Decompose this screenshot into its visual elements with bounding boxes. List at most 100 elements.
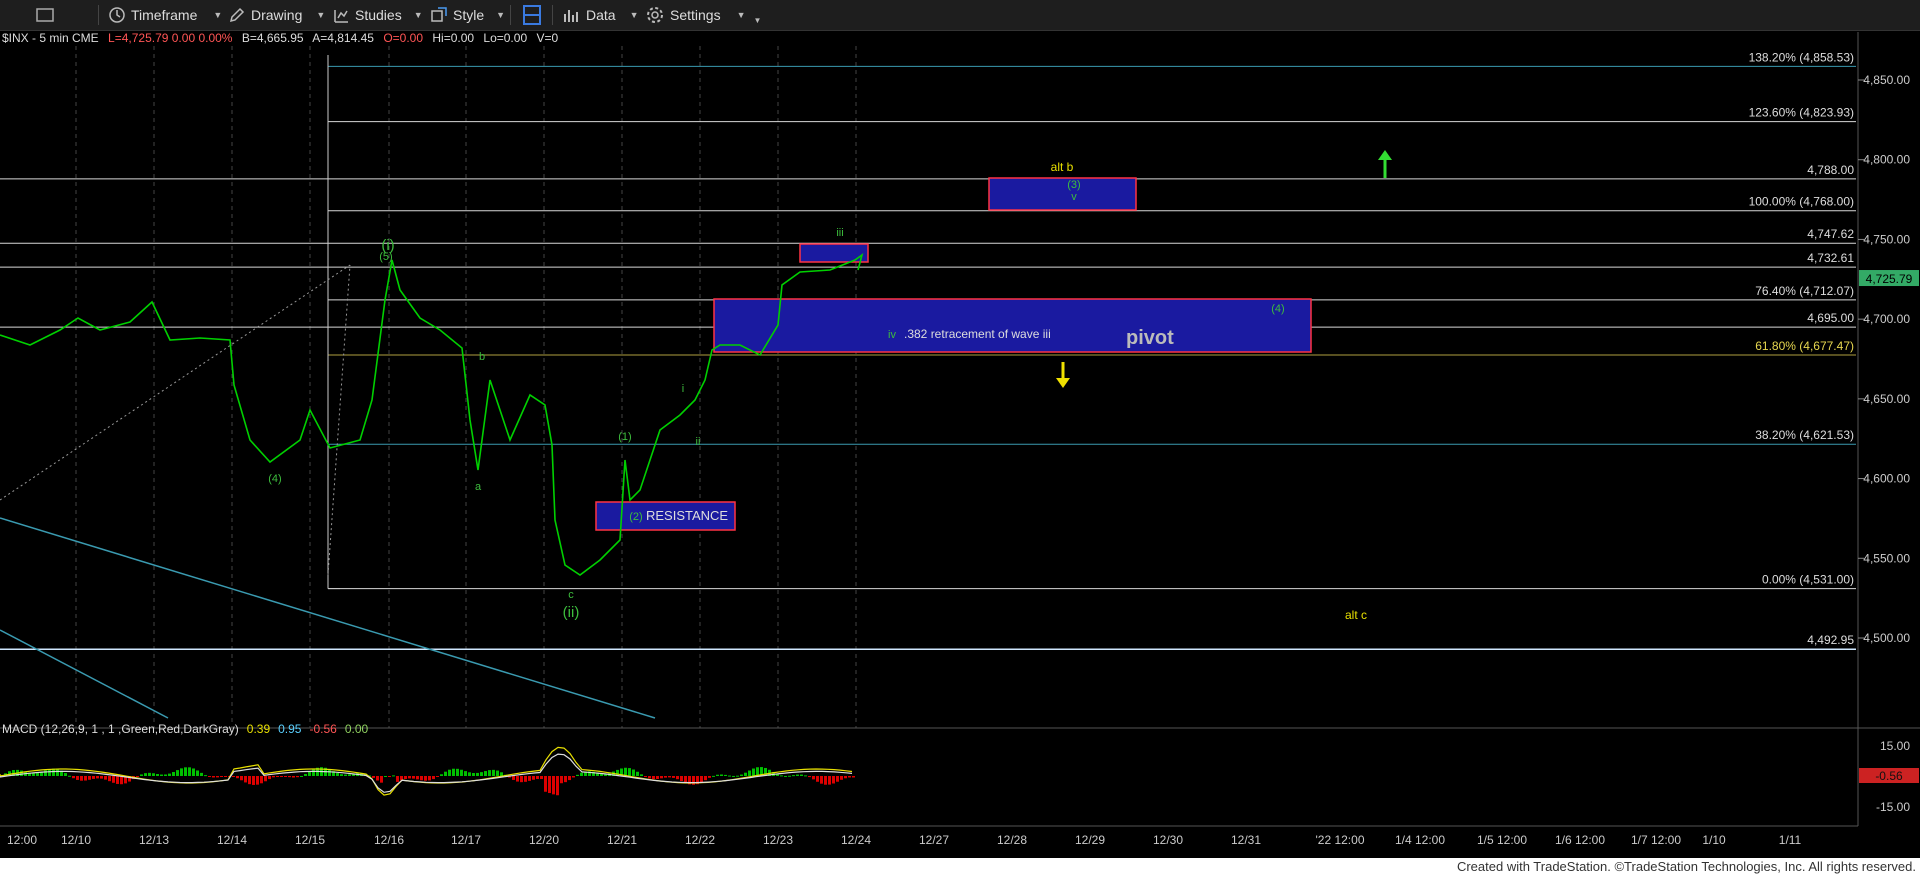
chart-area[interactable]: 138.20% (4,858.53) 123.60% (4,823.93) 4,78… bbox=[0, 0, 1920, 858]
macd-name: MACD (12,26,9, 1 , 1 ,Green,Red,DarkGray… bbox=[2, 722, 239, 736]
macd-bar bbox=[804, 775, 807, 777]
x-tick-label: 12/20 bbox=[529, 833, 559, 847]
wave-labels: (i)(5)(4)bac(ii)(1)(2)iiiiiiiv(3)v(4)alt… bbox=[268, 160, 1367, 622]
macd-bar bbox=[732, 775, 735, 777]
fib-label: 76.40% (4,712.07) bbox=[1755, 284, 1854, 298]
macd-bar bbox=[104, 776, 107, 780]
wave-label: alt c bbox=[1345, 608, 1367, 622]
macd-bar bbox=[20, 770, 23, 776]
hi-readout: Hi=0.00 bbox=[432, 31, 474, 45]
macd-bar bbox=[660, 776, 663, 779]
macd-bar bbox=[836, 776, 839, 782]
macd-bar bbox=[792, 775, 795, 777]
macd-bar bbox=[448, 769, 451, 776]
macd-bar bbox=[724, 774, 727, 776]
fib-label: 100.00% (4,768.00) bbox=[1749, 195, 1854, 209]
macd-bar bbox=[156, 773, 159, 776]
volume-readout: V=0 bbox=[536, 31, 558, 45]
macd-bar bbox=[556, 776, 559, 796]
wave-label: (2) bbox=[629, 511, 642, 523]
fib-label: 4,747.62 bbox=[1807, 227, 1854, 241]
macd-bar bbox=[348, 774, 351, 776]
macd-bar bbox=[380, 776, 383, 783]
macd-bar bbox=[520, 776, 523, 783]
macd-bar bbox=[160, 774, 163, 776]
bid-readout: B=4,665.95 bbox=[242, 31, 304, 45]
x-tick-label: 1/10 bbox=[1702, 833, 1726, 847]
macd-bar bbox=[496, 770, 499, 776]
macd-bar bbox=[456, 768, 459, 776]
macd-bar bbox=[684, 776, 687, 783]
macd-bar bbox=[416, 776, 419, 780]
ask-readout: A=4,814.45 bbox=[312, 31, 374, 45]
dotted-trend-line bbox=[0, 264, 351, 501]
macd-bar bbox=[236, 776, 239, 779]
macd-bar bbox=[828, 776, 831, 785]
macd-bar bbox=[476, 772, 479, 776]
macd-bar bbox=[820, 776, 823, 784]
macd-bar bbox=[96, 776, 99, 779]
price-axis[interactable]: 4,850.00 4,800.00 4,750.00 4,700.00 4,650.00… bbox=[1858, 73, 1910, 645]
macd-bar bbox=[340, 774, 343, 776]
y-tick-label: 4,800.00 bbox=[1863, 153, 1910, 167]
wave-label: c bbox=[568, 589, 574, 601]
macd-bar bbox=[632, 769, 635, 776]
macd-bar bbox=[148, 772, 151, 776]
macd-bar bbox=[712, 775, 715, 777]
fib-label: 4,732.61 bbox=[1807, 251, 1854, 265]
macd-bar bbox=[808, 776, 811, 778]
macd-bar bbox=[532, 776, 535, 780]
macd-bar bbox=[376, 776, 379, 781]
macd-bar bbox=[48, 769, 51, 776]
macd-bar bbox=[440, 774, 443, 776]
macd-bar bbox=[572, 776, 575, 778]
macd-bar bbox=[472, 773, 475, 776]
macd-bar bbox=[800, 774, 803, 776]
macd-bar bbox=[824, 776, 827, 785]
x-tick-label: 1/6 12:00 bbox=[1555, 833, 1605, 847]
wave-label: b bbox=[479, 351, 485, 363]
macd-bar bbox=[336, 772, 339, 776]
macd-bar bbox=[76, 776, 79, 780]
y-tick-label: 4,700.00 bbox=[1863, 312, 1910, 326]
symbol-label: $INX - 5 min CME bbox=[2, 31, 99, 45]
macd-bar bbox=[668, 776, 671, 778]
macd-bar bbox=[580, 772, 583, 776]
open-readout: O=0.00 bbox=[383, 31, 423, 45]
macd-bar bbox=[256, 776, 259, 785]
macd-bar bbox=[252, 776, 255, 785]
macd-bar bbox=[816, 776, 819, 782]
macd-bar bbox=[68, 775, 71, 777]
y-tick-label: 4,600.00 bbox=[1863, 472, 1910, 486]
wave-label: (4) bbox=[268, 473, 281, 485]
time-axis[interactable]: 12:00 12/10 12/13 12/14 12/15 12/16 12/17 12/20… bbox=[0, 825, 1920, 858]
y-tick-label: 4,650.00 bbox=[1863, 392, 1910, 406]
macd-bar bbox=[788, 775, 791, 777]
svg-text:$INX - 5 min CME L=4,725.: $INX - 5 min CME L=4,725.79 0.00 0.00% B… bbox=[2, 31, 558, 45]
macd-bar bbox=[92, 776, 95, 779]
macd-bar bbox=[296, 776, 299, 778]
x-tick-label: 12/16 bbox=[374, 833, 404, 847]
y-tick-label: 4,850.00 bbox=[1863, 73, 1910, 87]
footer: Created with TradeStation. ©TradeStation… bbox=[0, 858, 1920, 876]
macd-bar bbox=[388, 776, 391, 777]
macd-bar bbox=[408, 776, 411, 779]
macd-bar bbox=[344, 774, 347, 776]
trend-line-steep bbox=[0, 629, 169, 719]
macd-bar bbox=[300, 775, 303, 777]
macd-bar bbox=[144, 773, 147, 776]
macd-bar bbox=[172, 772, 175, 776]
x-tick-label: 12/24 bbox=[841, 833, 871, 847]
wave-label: ii bbox=[696, 436, 701, 448]
box-sublabel: .382 retracement of wave iii bbox=[904, 327, 1051, 341]
macd-bar bbox=[780, 775, 783, 777]
macd-bar bbox=[240, 776, 243, 781]
x-tick-label: 1/7 12:00 bbox=[1631, 833, 1681, 847]
macd-bar bbox=[284, 776, 287, 777]
macd-bar bbox=[576, 774, 579, 776]
macd-bar bbox=[152, 773, 155, 776]
fib-label: 138.20% (4,858.53) bbox=[1749, 50, 1854, 64]
macd-bar bbox=[184, 767, 187, 776]
up-arrow-head bbox=[1378, 150, 1392, 160]
macd-y-label: -15.00 bbox=[1876, 800, 1910, 814]
